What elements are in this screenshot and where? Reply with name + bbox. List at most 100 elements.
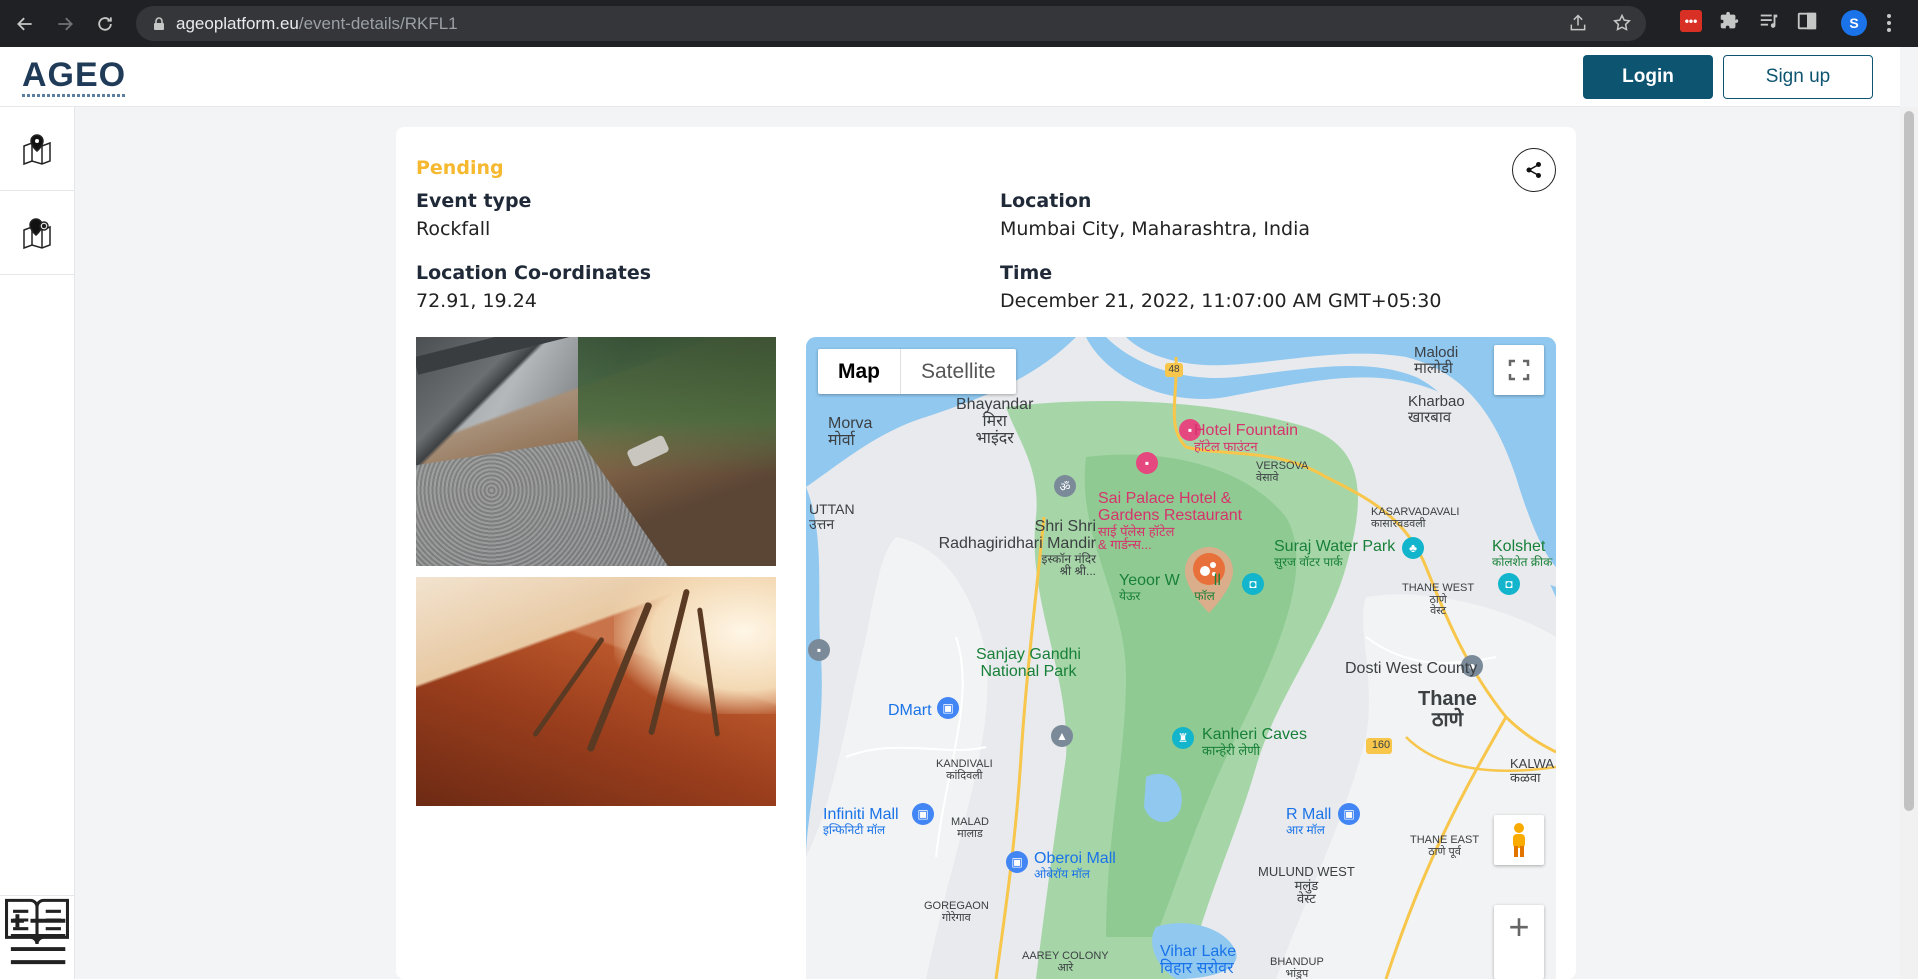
map-label-sai-palace-mr2: & गार्डन्स... — [1098, 537, 1152, 553]
map-label-goregaon-mr: गोरेगाव — [942, 911, 971, 924]
map-label-mulund-west-mr1: मलुंड — [1294, 877, 1319, 893]
share-page-icon[interactable] — [1568, 13, 1588, 33]
map-label: MALAD मालाड — [951, 816, 989, 840]
map-label-malodi: Malodi — [1414, 344, 1459, 361]
map-gear-icon — [23, 217, 51, 249]
map-label: Hotel Fountain हॉटेल फाउंटन — [1194, 422, 1299, 453]
event-map[interactable]: Map Satellite + ▪ ▪ ॐ ♣ ◘ ◘ ▪ ● ▣ ▲ ♜ ▣ … — [806, 337, 1556, 979]
side-panel-icon[interactable] — [1796, 10, 1818, 32]
event-photo-landslide[interactable] — [416, 577, 776, 806]
map-label: UTTAN उत्तन — [809, 502, 855, 531]
extension-red-icon[interactable]: ••• — [1680, 10, 1702, 32]
kanheri-poi-icon[interactable]: ♜ — [1172, 727, 1194, 749]
profile-avatar[interactable]: S — [1841, 10, 1867, 36]
ageo-logo[interactable]: AGEO — [22, 54, 126, 102]
map-label-kalwa: KALWA — [1510, 756, 1555, 771]
map-label-mulund-west: MULUND WEST — [1258, 864, 1355, 879]
map-pin-icon — [23, 133, 51, 165]
generic-poi-icon[interactable]: ▪ — [808, 639, 830, 661]
time-value: December 21, 2022, 11:07:00 AM GMT+05:30 — [1000, 290, 1442, 312]
zoom-in-button[interactable]: + — [1494, 905, 1544, 979]
location-label: Location — [1000, 190, 1092, 212]
bookmark-star-icon[interactable] — [1612, 13, 1632, 33]
shopping-poi-icon[interactable]: ▣ — [937, 697, 959, 719]
map-label-kolshet-mr: कोलशेत क्रीक — [1492, 554, 1553, 569]
map-type-map-button[interactable]: Map — [818, 349, 901, 394]
sidebar-item-list[interactable] — [0, 895, 74, 975]
back-icon[interactable] — [10, 9, 40, 39]
status-badge: Pending — [416, 157, 504, 179]
map-type-satellite-button[interactable]: Satellite — [901, 349, 1016, 394]
temple-poi-icon[interactable]: ॐ — [1054, 475, 1076, 497]
media-control-icon[interactable] — [1758, 10, 1780, 32]
coords-label: Location Co-ordinates — [416, 262, 652, 284]
map-label-morva-mr: मोर्वा — [828, 431, 855, 449]
list-add-icon — [10, 913, 66, 964]
sidebar-item-map[interactable] — [0, 107, 74, 191]
map-label-bhayandar: Bhayandar — [956, 396, 1034, 413]
map-label-vihar-mr: विहार सरोवर — [1160, 959, 1234, 977]
street-view-pegman[interactable] — [1494, 815, 1544, 865]
event-photo-road-collapse[interactable] — [416, 337, 776, 566]
map-label: Kanheri Caves कान्हेरी लेणी — [1202, 726, 1307, 757]
map-label-kolshet: Kolshet — [1492, 538, 1546, 555]
address-bar[interactable]: ageoplatform.eu/event-details/RKFL1 — [136, 6, 1646, 41]
fullscreen-button[interactable] — [1494, 345, 1544, 395]
page-scrollbar[interactable] — [1900, 107, 1918, 979]
browser-menu-icon[interactable] — [1886, 12, 1892, 39]
map-label: Kolshet कोलशेत क्रीक — [1492, 538, 1553, 569]
school-poi-icon[interactable]: ▲ — [1051, 725, 1073, 747]
map-label-hotel-fountain: Hotel Fountain — [1194, 422, 1299, 439]
map-label: Bhayandar मिरा भाइंदर — [956, 396, 1034, 447]
map-label-vihar: Vihar Lake — [1160, 943, 1237, 960]
logo-text: AGEO — [22, 56, 127, 94]
time-label: Time — [1000, 262, 1053, 284]
map-label-thane: Thane — [1418, 688, 1477, 710]
map-label: Malodi मालोडी — [1414, 345, 1458, 377]
map-label: Oberoi Mall ओबेरॉय मॉल — [1034, 850, 1116, 880]
map-label: Infiniti Mall इन्फिनिटी मॉल — [823, 806, 899, 836]
url-text: ageoplatform.eu/event-details/RKFL1 — [176, 14, 458, 34]
map-label: Vihar Lake विहार सरोवर — [1160, 943, 1237, 978]
map-label-bhayandar-mr: मिरा — [982, 412, 1007, 430]
reload-icon[interactable] — [90, 9, 120, 39]
mall-poi-icon-2[interactable]: ▣ — [1338, 803, 1360, 825]
park-poi-icon[interactable]: ♣ — [1402, 537, 1424, 559]
map-label-suraj-water-park: Suraj Water Park — [1274, 538, 1396, 555]
map-label-kandivali: KANDIVALI — [936, 758, 993, 770]
mall-poi-icon-3[interactable]: ▣ — [1006, 851, 1028, 873]
map-label: THANE WEST ठाणे वेस्ट — [1402, 582, 1474, 618]
map-label-kasarvadavali-mr: कासारवडवली — [1371, 517, 1426, 530]
fullscreen-icon — [1508, 359, 1530, 381]
location-value: Mumbai City, Maharashtra, India — [1000, 218, 1311, 240]
hotel-poi-icon-2[interactable]: ▪ — [1136, 452, 1158, 474]
extensions-puzzle-icon[interactable] — [1718, 10, 1740, 32]
map-label-sai-palace-2: Gardens Restaurant — [1098, 506, 1243, 524]
scroll-thumb[interactable] — [1904, 111, 1914, 811]
signup-button[interactable]: Sign up — [1723, 55, 1873, 99]
sidebar-item-map-settings[interactable] — [0, 191, 74, 275]
app-header: AGEO Login Sign up — [0, 47, 1900, 107]
sidebar — [0, 107, 75, 979]
camera-poi-icon-2[interactable]: ◘ — [1242, 573, 1264, 595]
forward-icon[interactable] — [50, 9, 80, 39]
camera-poi-icon[interactable]: ◘ — [1498, 573, 1520, 595]
coords-value: 72.91, 19.24 — [416, 290, 537, 312]
map-label-versova: VERSOVA — [1256, 460, 1309, 472]
map-label-kanheri: Kanheri Caves — [1202, 726, 1307, 743]
map-label-aarey-mr: आरे — [1057, 961, 1074, 974]
map-label-sai-palace-1: Sai Palace Hotel & — [1098, 490, 1232, 507]
photo-trunk — [532, 636, 605, 738]
logo-tagline — [22, 94, 126, 97]
share-button[interactable] — [1512, 148, 1556, 192]
login-button[interactable]: Login — [1583, 55, 1713, 99]
map-label-thane-west-mr2: वेस्ट — [1430, 605, 1447, 618]
map-label: Yeoor W ll येऊर फॉल — [1119, 572, 1221, 602]
photo-glow — [614, 577, 776, 715]
map-label-kandivali-mr: कांदिवली — [946, 769, 983, 782]
mall-poi-icon[interactable]: ▣ — [912, 803, 934, 825]
map-label-yeoor: Yeoor W — [1119, 572, 1180, 589]
map-label: KALWA कळवा — [1510, 757, 1554, 784]
map-label: THANE EAST ठाणे पूर्व — [1410, 834, 1479, 858]
url-path: /event-details/RKFL1 — [298, 13, 458, 33]
